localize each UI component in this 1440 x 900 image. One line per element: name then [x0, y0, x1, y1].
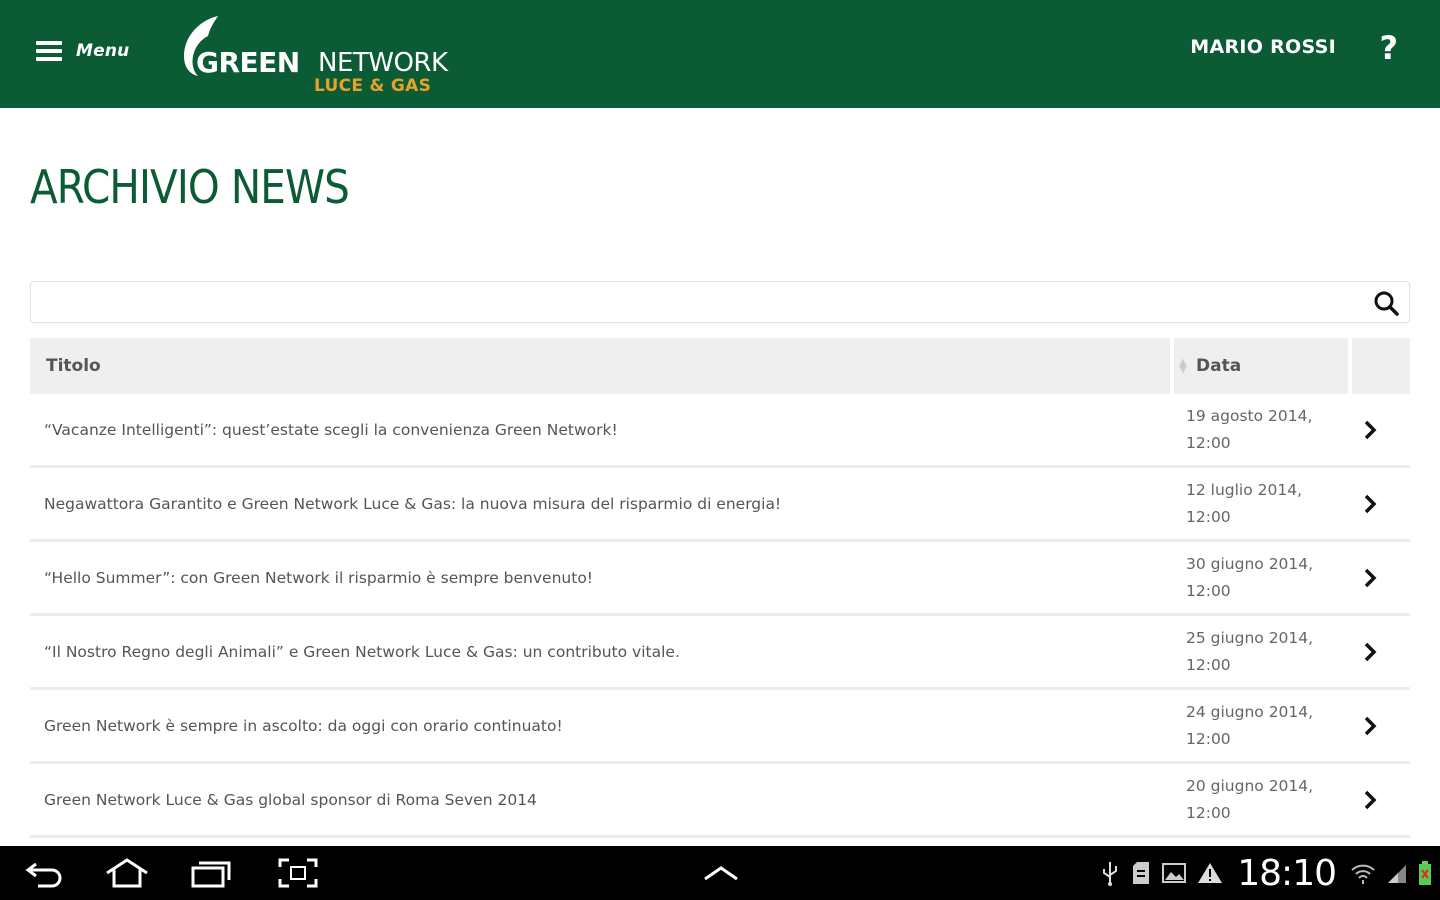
news-date-time: 12:00: [1186, 507, 1231, 526]
news-date-day: 30 giugno 2014,: [1186, 554, 1314, 573]
back-icon[interactable]: [22, 846, 66, 900]
search-icon[interactable]: [1373, 290, 1399, 316]
table-header: Titolo ▲ ▼ Data: [30, 338, 1410, 394]
chevron-right-icon[interactable]: [1340, 568, 1400, 588]
news-title: Negawattora Garantito e Green Network Lu…: [44, 494, 782, 513]
brand-green-text: GREEN: [196, 46, 300, 79]
news-date: 19 agosto 2014, 12:00: [1170, 403, 1340, 457]
chevron-right-icon[interactable]: [1340, 790, 1400, 810]
table-row[interactable]: Green Network Luce & Gas global sponsor …: [30, 764, 1410, 838]
sort-icon: ▲ ▼: [1179, 357, 1187, 375]
table-row[interactable]: “Il Nostro Regno degli Animali” e Green …: [30, 616, 1410, 690]
news-date-day: 12 luglio 2014,: [1186, 480, 1303, 499]
search-box: [30, 281, 1410, 323]
sd-card-icon: [1133, 862, 1150, 884]
warning-icon: [1198, 863, 1223, 883]
column-header-action: [1352, 338, 1410, 394]
chevron-right-icon[interactable]: [1340, 420, 1400, 440]
status-area: 18:10: [1099, 846, 1432, 900]
up-chevron-icon[interactable]: [700, 846, 742, 900]
news-date: 25 giugno 2014, 12:00: [1170, 625, 1340, 679]
battery-icon: [1419, 861, 1431, 885]
news-date-time: 12:00: [1186, 433, 1231, 452]
news-date: 12 luglio 2014, 12:00: [1170, 477, 1340, 531]
column-header-date[interactable]: ▲ ▼ Data: [1174, 338, 1348, 394]
brand-logo[interactable]: GREEN NETWORK LUCE & GAS: [178, 14, 448, 98]
news-title: “Hello Summer”: con Green Network il ris…: [44, 568, 594, 587]
chevron-right-icon[interactable]: [1340, 642, 1400, 662]
news-date-day: 25 giugno 2014,: [1186, 628, 1314, 647]
news-date-time: 12:00: [1186, 729, 1231, 748]
news-title: “Vacanze Intelligenti”: quest’estate sce…: [44, 420, 618, 439]
chevron-right-icon[interactable]: [1340, 716, 1400, 736]
news-date-time: 12:00: [1186, 803, 1231, 822]
news-title: “Il Nostro Regno degli Animali” e Green …: [44, 642, 680, 661]
news-date: 20 giugno 2014, 12:00: [1170, 773, 1340, 827]
news-table: Titolo ▲ ▼ Data “Vacanze Intelligenti”: q…: [30, 338, 1410, 838]
user-name[interactable]: MARIO ROSSI: [1190, 36, 1336, 58]
news-date-day: 24 giugno 2014,: [1186, 702, 1314, 721]
table-row[interactable]: “Vacanze Intelligenti”: quest’estate sce…: [30, 394, 1410, 468]
home-icon[interactable]: [102, 846, 152, 900]
table-row[interactable]: “Hello Summer”: con Green Network il ris…: [30, 542, 1410, 616]
usb-icon: [1103, 862, 1118, 886]
help-button[interactable]: ?: [1379, 28, 1398, 68]
wifi-icon: [1351, 864, 1375, 884]
chevron-right-icon[interactable]: [1340, 494, 1400, 514]
recent-apps-icon[interactable]: [188, 846, 234, 900]
clock: 18:10: [1237, 852, 1337, 894]
menu-button[interactable]: Menu: [36, 36, 129, 66]
news-date-day: 20 giugno 2014,: [1186, 776, 1314, 795]
brand-network-text: NETWORK: [318, 48, 448, 78]
system-navigation-bar: 18:10: [0, 846, 1440, 900]
menu-label: Menu: [76, 41, 130, 61]
page-title: ARCHIVIO NEWS: [30, 160, 350, 214]
news-title: Green Network Luce & Gas global sponsor …: [44, 790, 537, 809]
signal-icon: [1388, 865, 1406, 883]
news-title: Green Network è sempre in ascolto: da og…: [44, 716, 563, 735]
news-date-day: 19 agosto 2014,: [1186, 406, 1313, 425]
gallery-icon: [1162, 863, 1187, 883]
column-header-date-label: Data: [1196, 356, 1242, 376]
news-date-time: 12:00: [1186, 655, 1231, 674]
screenshot-icon[interactable]: [276, 846, 320, 900]
news-date-time: 12:00: [1186, 581, 1231, 600]
top-app-bar: Menu GREEN NETWORK LUCE & GAS MARIO ROSS…: [0, 0, 1440, 108]
hamburger-icon: [36, 41, 62, 61]
news-date: 30 giugno 2014, 12:00: [1170, 551, 1340, 605]
brand-tagline: LUCE & GAS: [314, 76, 432, 96]
column-header-title: Titolo: [30, 338, 1170, 394]
search-input[interactable]: [31, 282, 1375, 322]
news-date: 24 giugno 2014, 12:00: [1170, 699, 1340, 753]
table-row[interactable]: Negawattora Garantito e Green Network Lu…: [30, 468, 1410, 542]
table-row[interactable]: Green Network è sempre in ascolto: da og…: [30, 690, 1410, 764]
